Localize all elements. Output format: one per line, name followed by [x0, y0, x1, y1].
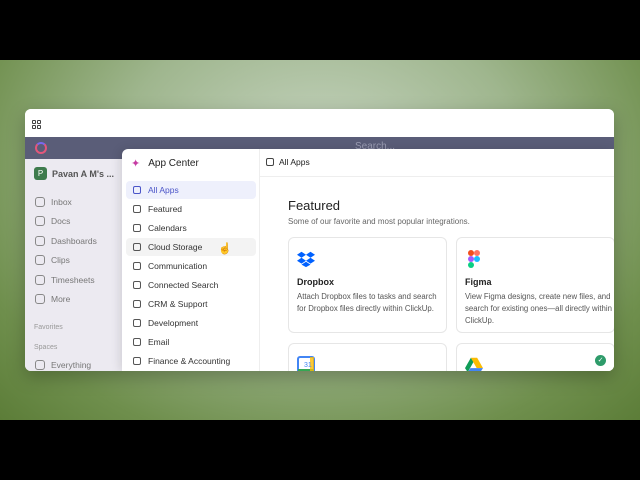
category-label: Featured	[148, 204, 183, 214]
grid-icon	[133, 186, 141, 194]
app-card-google-drive[interactable]: ✓	[456, 343, 614, 371]
more-icon	[35, 294, 45, 304]
search-icon	[133, 281, 141, 289]
workspace-name: Pavan A M's ...	[52, 168, 114, 179]
dropbox-logo-icon	[297, 251, 315, 268]
heart-icon	[133, 205, 141, 213]
google-drive-logo-icon	[465, 357, 483, 371]
category-label: Finance & Accounting	[148, 356, 231, 366]
title-bar	[25, 109, 614, 137]
everything-icon	[35, 360, 45, 370]
app-card-name: Dropbox	[297, 277, 334, 287]
phone-icon	[133, 300, 141, 308]
app-center-title: ✦ App Center	[131, 157, 199, 170]
sidebar-item-inbox[interactable]: Inbox	[35, 197, 72, 207]
docs-icon	[35, 216, 45, 226]
breadcrumb-label: All Apps	[279, 157, 310, 167]
sidebar-item-label: Inbox	[51, 197, 72, 207]
letterbox-bottom	[0, 420, 640, 480]
app-window: Search... P Pavan A M's ... Inbox Docs D…	[25, 109, 614, 371]
inbox-icon	[35, 197, 45, 207]
code-icon	[133, 319, 141, 327]
app-card-description: Attach Dropbox files to tasks and search…	[297, 292, 437, 313]
category-label: Email	[148, 337, 170, 347]
app-center-categories: ✦ App Center All Apps Featured Calendars…	[122, 149, 260, 371]
svg-text:31: 31	[304, 362, 312, 369]
workspace-sidebar: P Pavan A M's ... Inbox Docs Dashboards …	[25, 159, 122, 371]
app-center-icon: ✦	[131, 158, 141, 170]
app-center-panel: ✦ App Center All Apps Featured Calendars…	[122, 149, 614, 371]
app-card-name: Figma	[465, 277, 492, 287]
app-card-google-calendar[interactable]: 31	[288, 343, 447, 371]
category-label: CRM & Support	[148, 299, 208, 309]
dollar-icon	[133, 357, 141, 365]
category-label: Communication	[148, 261, 208, 271]
workspace-switcher[interactable]: P Pavan A M's ...	[34, 167, 114, 180]
app-center-title-text: App Center	[148, 158, 199, 169]
chat-icon	[133, 262, 141, 270]
clickup-logo-icon[interactable]	[35, 142, 47, 154]
grid-icon	[266, 158, 274, 166]
apps-grid-icon[interactable]	[32, 120, 41, 129]
category-label: All Apps	[148, 185, 179, 195]
workspace-avatar: P	[34, 167, 47, 180]
sidebar-item-clips[interactable]: Clips	[35, 255, 70, 265]
category-label: Calendars	[148, 223, 187, 233]
app-card-description: View Figma designs, create new files, an…	[465, 292, 612, 325]
category-label: Development	[148, 318, 199, 328]
installed-check-icon: ✓	[595, 355, 606, 366]
sidebar-item-label: Timesheets	[51, 275, 95, 285]
sidebar-item-label: More	[51, 294, 71, 304]
featured-subtitle: Some of our favorite and most popular in…	[288, 217, 470, 226]
mouse-pointer-icon: ☝	[218, 243, 232, 255]
breadcrumb: All Apps	[266, 157, 310, 167]
mail-icon	[133, 338, 141, 346]
cloud-icon	[133, 243, 141, 251]
sidebar-item-label: Docs	[51, 216, 71, 226]
category-cloud-storage[interactable]: Cloud Storage	[126, 238, 256, 256]
category-all-apps[interactable]: All Apps	[126, 181, 256, 199]
app-card-dropbox[interactable]: Dropbox Attach Dropbox files to tasks an…	[288, 237, 447, 333]
category-connected-search[interactable]: Connected Search	[126, 276, 256, 294]
sidebar-item-timesheets[interactable]: Timesheets	[35, 275, 95, 285]
category-crm-support[interactable]: CRM & Support	[126, 295, 256, 313]
letterbox-top	[0, 0, 640, 60]
dashboard-icon	[35, 236, 45, 246]
sidebar-item-label: Dashboards	[51, 236, 97, 246]
favorites-section-label[interactable]: Favorites	[34, 324, 63, 331]
category-email[interactable]: Email	[126, 333, 256, 351]
category-development[interactable]: Development	[126, 314, 256, 332]
app-card-figma[interactable]: Figma View Figma designs, create new fil…	[456, 237, 614, 333]
clips-icon	[35, 255, 45, 265]
spaces-section-label[interactable]: Spaces	[34, 344, 57, 351]
category-label: Cloud Storage	[148, 242, 203, 252]
sidebar-item-label: Everything	[51, 360, 92, 370]
sidebar-item-dashboards[interactable]: Dashboards	[35, 236, 97, 246]
google-calendar-logo-icon: 31	[297, 356, 315, 371]
sidebar-item-more[interactable]: More	[35, 294, 70, 304]
category-finance-accounting[interactable]: Finance & Accounting	[126, 352, 256, 370]
timesheets-icon	[35, 275, 45, 285]
app-center-content: All Apps Featured Some of our favorite a…	[260, 149, 614, 371]
sidebar-item-everything[interactable]: Everything	[35, 360, 91, 370]
sidebar-item-label: Clips	[51, 255, 70, 265]
calendar-icon	[133, 224, 141, 232]
category-featured[interactable]: Featured	[126, 200, 256, 218]
category-label: Connected Search	[148, 280, 219, 290]
category-calendars[interactable]: Calendars	[126, 219, 256, 237]
category-communication[interactable]: Communication	[126, 257, 256, 275]
sidebar-item-docs[interactable]: Docs	[35, 216, 70, 226]
divider	[260, 176, 614, 177]
featured-heading: Featured	[288, 198, 341, 213]
figma-logo-icon	[468, 250, 480, 268]
